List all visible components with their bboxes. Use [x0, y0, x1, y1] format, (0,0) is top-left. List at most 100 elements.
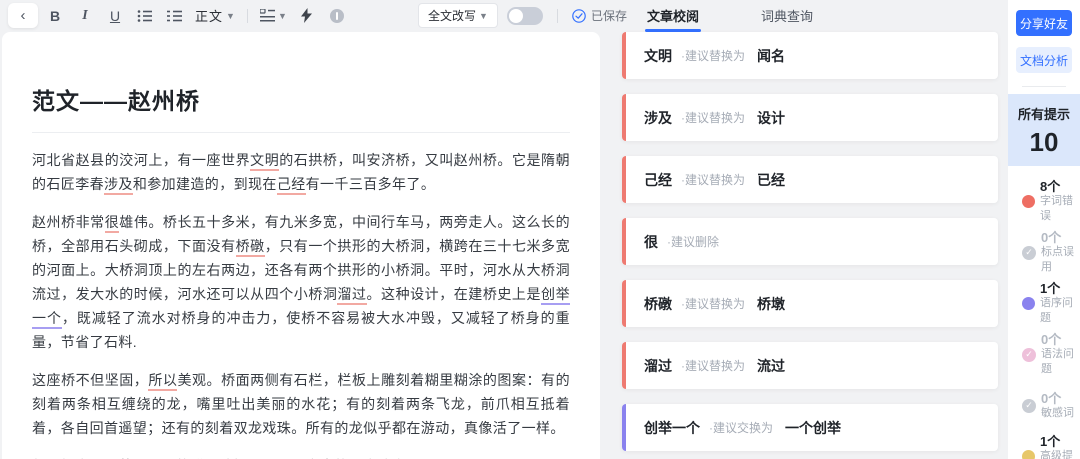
category-label: 高级提示: [1040, 450, 1073, 459]
document-paragraph: 赵州桥非常很雄伟。桥长五十多米，有九米多宽，中间行车马，两旁走人。这么长的桥，全…: [32, 210, 570, 354]
category-dot-icon: [1022, 195, 1035, 208]
category-count: 0个: [1041, 332, 1062, 347]
check-circle-icon: ✓: [1022, 245, 1036, 260]
category-item[interactable]: 8个 字词错误: [1022, 176, 1080, 227]
title-divider: [32, 132, 570, 133]
suggestion-action: ·建议替换为: [681, 173, 745, 187]
hint-categories: 8个字词错误✓0个标点误用1个语序问题✓0个语法问题✓0个敏感词1个高级提示: [1008, 166, 1080, 459]
category-label: 语序问题: [1040, 297, 1073, 324]
unordered-list-icon: [167, 10, 182, 21]
paragraph-style-label: 正文: [195, 9, 224, 24]
category-count: 1个: [1040, 434, 1061, 449]
analyze-button[interactable]: 文档分析: [1016, 47, 1072, 73]
flagged-word[interactable]: 桥礅: [235, 238, 265, 257]
italic-button[interactable]: I: [72, 3, 98, 28]
suggestion-word: 很: [644, 233, 658, 250]
text-segment: 和参加建造的，到现在: [132, 176, 277, 192]
proofread-toggle[interactable]: [506, 6, 543, 25]
document-actions: 全文改写 ▼ 已保存: [418, 0, 627, 31]
category-text: 1个高级提示: [1040, 434, 1080, 459]
category-item[interactable]: 1个高级提示: [1022, 431, 1080, 459]
category-item[interactable]: 1个 语序问题: [1022, 278, 1080, 329]
toolbar: ‹ B I U 正文 ▼ ▼ 全文改写 ▼ 已保存 文章校阅 词典查询: [0, 0, 1008, 32]
suggestion-card[interactable]: 己经 ·建议替换为 已经: [622, 156, 998, 203]
suggestion-word: 溜过: [644, 357, 672, 374]
category-label: 标点误用: [1041, 246, 1074, 273]
unordered-list-button[interactable]: [162, 3, 188, 28]
paragraph-style-dropdown[interactable]: 正文 ▼: [192, 3, 238, 28]
share-button[interactable]: 分享好友: [1016, 10, 1072, 36]
all-hints-count: 10: [1029, 127, 1059, 157]
all-hints-summary[interactable]: 所有提示 10: [1008, 94, 1080, 166]
suggestion-card[interactable]: 很 ·建议删除: [622, 218, 998, 265]
suggestion-replacement: 流过: [757, 357, 785, 374]
disabled-circle-button[interactable]: [324, 3, 350, 28]
suggestion-replacement: 桥墩: [757, 295, 785, 312]
right-sidebar: 分享好友 文档分析 所有提示 10 8个 字词错误 ✓ 0个 标点误用 1个 语序问题 ✓ 0个…: [1008, 0, 1080, 459]
category-count: 0个: [1041, 230, 1062, 245]
document-paragraph: 赵州桥表现了劳动人民的聪明才智，是我国宝贵的历史遗产。: [32, 454, 570, 459]
document-body: 河北省赵县的洨河上，有一座世界文明的石拱桥，叫安济桥，又叫赵州桥。它是隋朝的石匠…: [32, 148, 570, 459]
rewrite-label: 全文改写: [428, 9, 477, 23]
document-panel[interactable]: 范文——赵州桥 河北省赵县的洨河上，有一座世界文明的石拱桥，叫安济桥，又叫赵州桥…: [2, 32, 600, 459]
flagged-word[interactable]: 溜过: [337, 286, 367, 305]
suggestion-replacement: 设计: [757, 109, 785, 126]
text-segment: 赵州桥非常: [32, 214, 105, 230]
category-label: 敏感词: [1041, 406, 1074, 419]
flagged-word[interactable]: 很: [104, 214, 120, 233]
suggestion-card[interactable]: 创举一个 ·建议交换为 一个创举: [622, 404, 998, 451]
bold-button[interactable]: B: [42, 3, 68, 28]
sidebar-divider: [1022, 86, 1066, 87]
category-text: 0个 语法问题: [1041, 332, 1080, 377]
check-circle-icon: [572, 8, 586, 23]
flagged-word[interactable]: 己经: [276, 176, 306, 195]
suggestion-word: 文明: [644, 47, 672, 64]
ordered-list-button[interactable]: [132, 3, 158, 28]
category-count: 8个: [1040, 179, 1061, 194]
suggestion-action: ·建议替换为: [681, 49, 745, 63]
flagged-word[interactable]: 所以: [148, 372, 178, 391]
category-label: 字词错误: [1040, 195, 1073, 222]
category-dot-icon: [1022, 450, 1035, 459]
flagged-word[interactable]: 涉及: [104, 176, 133, 195]
suggestion-card[interactable]: 涉及 ·建议替换为 设计: [622, 94, 998, 141]
suggestion-action: ·建议替换为: [681, 111, 745, 125]
category-item[interactable]: ✓ 0个 标点误用: [1022, 227, 1080, 278]
ordered-list-icon: [137, 9, 152, 22]
category-count: 1个: [1040, 281, 1061, 296]
document-title: 范文——赵州桥: [32, 88, 200, 114]
lightning-icon: [301, 8, 313, 23]
chevron-down-icon: ▼: [226, 10, 235, 21]
save-status: 已保存: [572, 7, 627, 24]
suggestion-replacement: 已经: [757, 171, 785, 188]
suggestion-replacement: 一个创举: [785, 419, 841, 436]
quick-action-button[interactable]: [294, 3, 320, 28]
toolbar-divider: [246, 8, 248, 23]
chevron-down-icon: ▼: [479, 10, 488, 21]
suggestion-card[interactable]: 桥礅 ·建议替换为 桥墩: [622, 280, 998, 327]
suggestion-word: 己经: [644, 171, 672, 188]
rewrite-dropdown[interactable]: 全文改写 ▼: [418, 3, 498, 28]
panel-tabs: 文章校阅 词典查询: [645, 0, 815, 32]
category-item[interactable]: ✓ 0个 敏感词: [1022, 380, 1080, 431]
text-segment: ，既减轻了流水对桥身的冲击力，使桥不容易被大水冲毁，又减轻了桥身的重量，节省了石…: [32, 310, 570, 350]
tab-proofread[interactable]: 文章校阅: [645, 6, 702, 32]
layout-icon: [259, 9, 275, 22]
flagged-word[interactable]: 文明: [250, 152, 280, 171]
suggestion-word: 桥礅: [644, 295, 672, 312]
suggestion-card[interactable]: 文明 ·建议替换为 闻名: [622, 32, 998, 79]
text-segment: 河北省赵县的洨河上，有一座世界: [32, 152, 251, 168]
check-circle-icon: ✓: [1022, 347, 1036, 362]
suggestion-action: ·建议替换为: [681, 359, 745, 373]
writing-assistant-app: ‹ B I U 正文 ▼ ▼ 全文改写 ▼ 已保存 文章校阅 词典查询 范文——…: [0, 0, 1080, 459]
back-button[interactable]: ‹: [8, 3, 38, 28]
suggestion-card[interactable]: 溜过 ·建议替换为 流过: [622, 342, 998, 389]
suggestion-action: ·建议替换为: [681, 297, 745, 311]
category-item[interactable]: ✓ 0个 语法问题: [1022, 329, 1080, 380]
layout-dropdown[interactable]: ▼: [257, 3, 290, 28]
text-segment: 这座桥不但坚固，: [32, 372, 149, 388]
suggestion-action: ·建议删除: [667, 235, 719, 249]
tab-dictionary[interactable]: 词典查询: [759, 6, 815, 25]
category-count: 0个: [1041, 390, 1062, 406]
underline-button[interactable]: U: [102, 3, 128, 28]
